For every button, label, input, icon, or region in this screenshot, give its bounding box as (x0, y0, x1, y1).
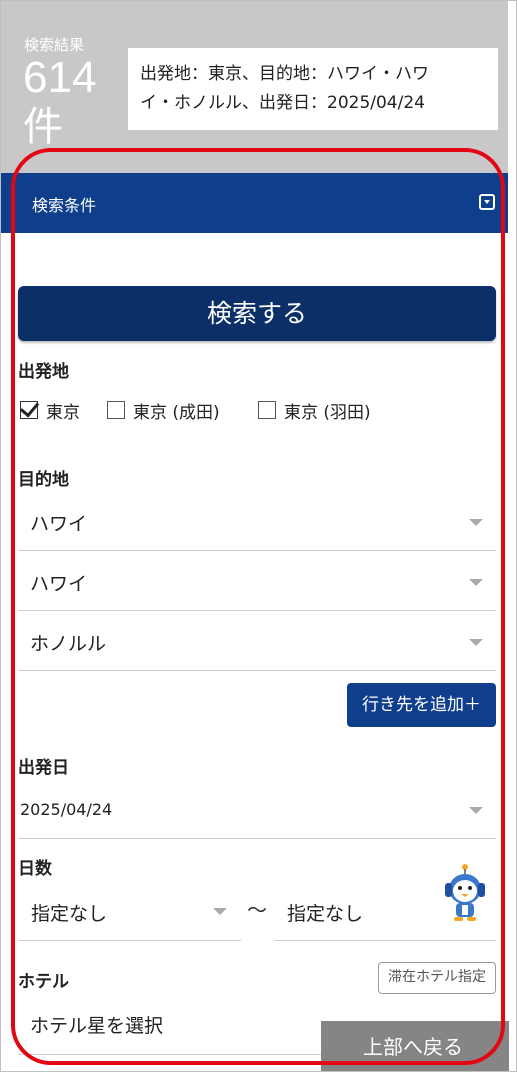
summary-line-1: 出発地：東京、目的地：ハワイ・ハワ (140, 64, 429, 84)
departure-checkbox-haneda[interactable]: 東京 (羽田) (258, 399, 371, 423)
select-value: 指定なし (31, 903, 108, 925)
results-label: 検索結果 (24, 36, 85, 54)
add-destination-button[interactable]: 行き先を追加＋ (347, 683, 496, 727)
departure-checkbox-tokyo[interactable]: 東京 (20, 399, 80, 423)
collapse-toggle-icon[interactable] (479, 194, 495, 210)
departure-label: 出発地 (18, 362, 69, 382)
checkbox-icon[interactable] (107, 401, 125, 419)
departure-checkbox-narita[interactable]: 東京 (成田) (107, 399, 220, 423)
destination-label: 目的地 (18, 470, 69, 490)
search-button[interactable]: 検索する (18, 286, 496, 341)
select-value: ハワイ (30, 513, 88, 535)
select-value: ホノルル (30, 633, 107, 655)
destination-select-city[interactable]: ホノルル (18, 613, 496, 671)
summary-line-2: イ・ホノルル、出発日：2025/04/24 (140, 93, 425, 113)
select-value: ハワイ (30, 573, 88, 595)
checkbox-label: 東京 (46, 402, 80, 423)
hotel-spec-button[interactable]: 滞在ホテル指定 (378, 962, 496, 994)
select-value: ホテル星を選択 (30, 1015, 164, 1037)
app-frame: 検索結果 614 件 出発地：東京、目的地：ハワイ・ハワ イ・ホノルル、出発日：… (0, 0, 517, 1072)
select-value: 指定なし (287, 903, 364, 925)
search-conditions-bar[interactable]: 検索条件 (1, 173, 508, 233)
days-from-select[interactable]: 指定なし (18, 881, 241, 941)
results-count: 614 (23, 53, 97, 102)
results-unit: 件 (23, 104, 63, 150)
destination-select-region[interactable]: ハワイ (18, 493, 496, 551)
chevron-down-icon (469, 519, 483, 526)
mascot-icon[interactable] (442, 863, 488, 923)
chevron-down-icon (213, 908, 227, 915)
checkbox-checked-icon[interactable] (20, 401, 38, 419)
checkbox-label: 東京 (成田) (133, 402, 220, 423)
destination-select-country[interactable]: ハワイ (18, 553, 496, 611)
checkbox-icon[interactable] (258, 401, 276, 419)
search-conditions-title: 検索条件 (32, 196, 97, 215)
results-header: 検索結果 614 件 出発地：東京、目的地：ハワイ・ハワ イ・ホノルル、出発日：… (1, 1, 508, 173)
chevron-down-icon (469, 807, 483, 814)
chevron-down-icon (469, 579, 483, 586)
departure-date-label: 出発日 (18, 758, 69, 778)
days-label: 日数 (18, 859, 52, 879)
departure-date-select[interactable]: 2025/04/24 (18, 781, 496, 839)
hotel-label: ホテル (18, 972, 69, 992)
search-summary: 出発地：東京、目的地：ハワイ・ハワ イ・ホノルル、出発日：2025/04/24 (128, 48, 498, 130)
chevron-down-icon (469, 639, 483, 646)
select-value: 2025/04/24 (20, 800, 113, 819)
back-to-top-button[interactable]: 上部へ戻る (321, 1021, 509, 1071)
checkbox-label: 東京 (羽田) (284, 402, 371, 423)
range-separator: ～ (247, 898, 267, 922)
